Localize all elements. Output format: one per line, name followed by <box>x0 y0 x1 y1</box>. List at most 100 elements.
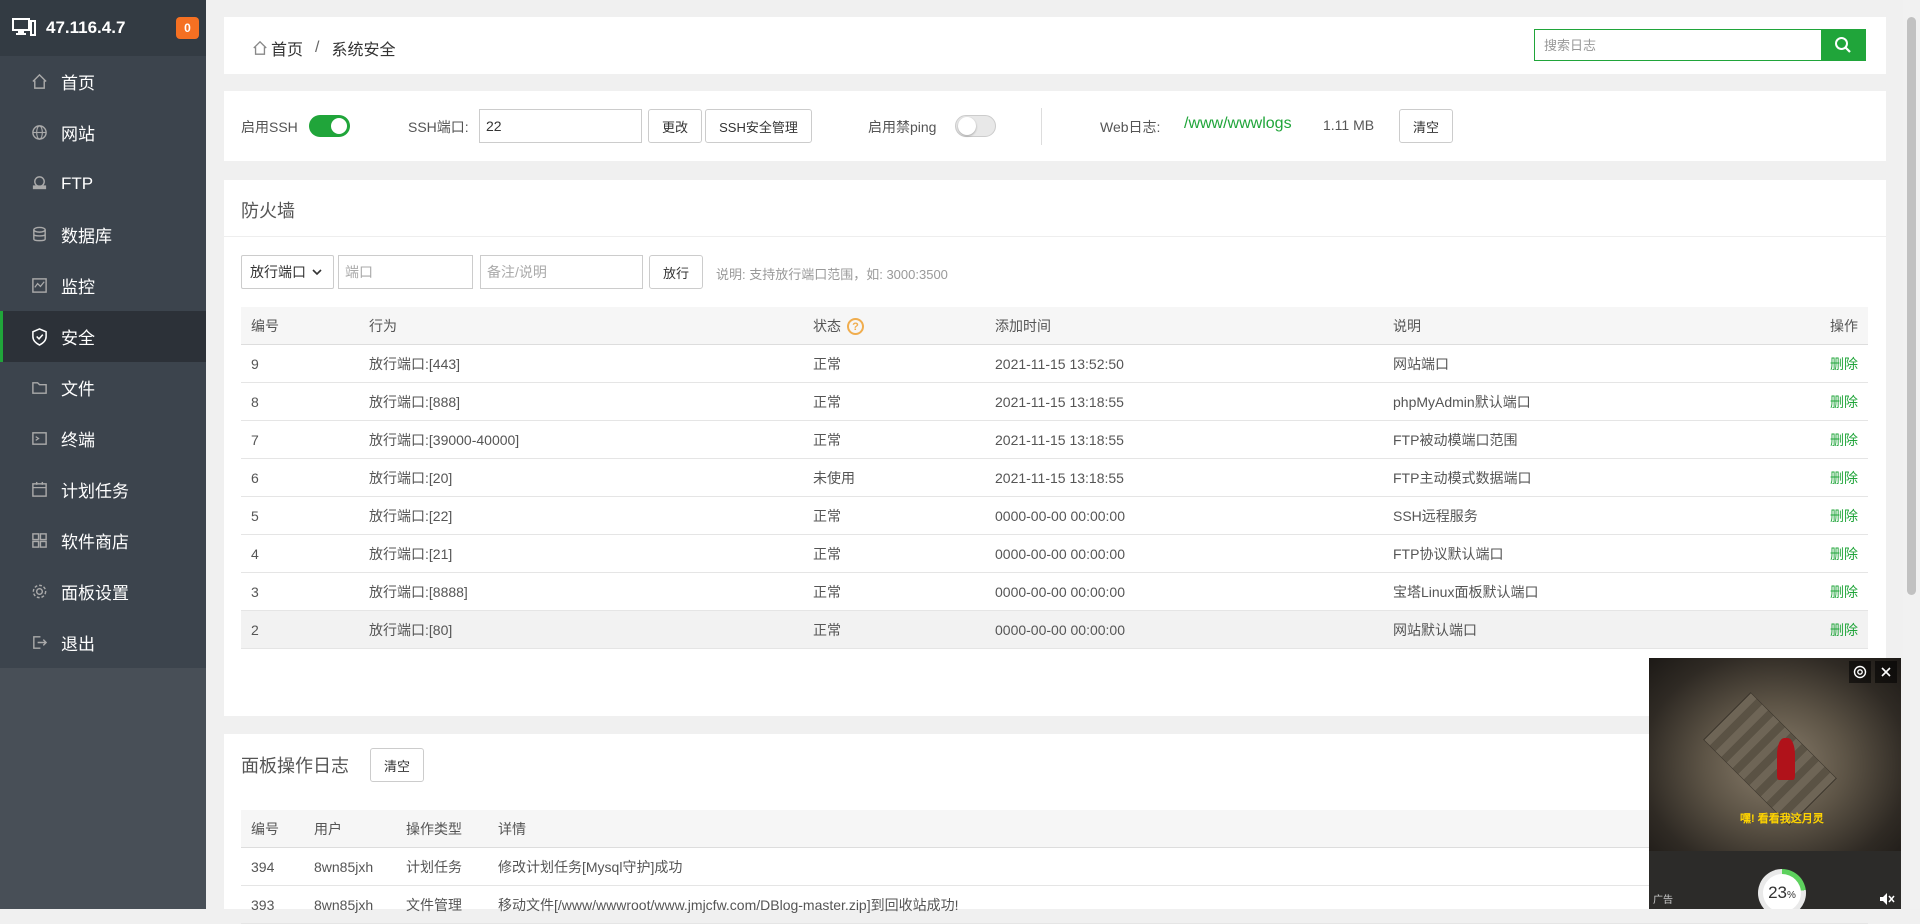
allow-port-button[interactable]: 放行 <box>649 255 703 289</box>
cell-status: 正常 <box>803 572 985 611</box>
rule-type-select[interactable]: 放行端口 <box>241 255 334 289</box>
search-input[interactable] <box>1535 30 1821 60</box>
column-header-user: 用户 <box>304 810 396 848</box>
delete-link[interactable]: 删除 <box>1830 470 1858 486</box>
sidebar-item-cron[interactable]: 计划任务 <box>0 464 206 515</box>
ad-progress-value: 23 <box>1768 883 1787 902</box>
cell-action: 放行端口:[888] <box>359 382 803 421</box>
note-input[interactable] <box>480 255 643 289</box>
delete-link[interactable]: 删除 <box>1830 508 1858 524</box>
sidebar-item-security[interactable]: 安全 <box>0 311 206 362</box>
table-row: 394 8wn85jxh 计划任务 修改计划任务[Mysql守护]成功 <box>241 847 1868 886</box>
sidebar-item-website[interactable]: 网站 <box>0 107 206 158</box>
globe-icon <box>29 123 49 143</box>
delete-link[interactable]: 删除 <box>1830 546 1858 562</box>
port-input[interactable] <box>338 255 473 289</box>
cell-status: 正常 <box>803 382 985 421</box>
clear-panel-log-button[interactable]: 清空 <box>370 748 424 782</box>
sidebar-item-home[interactable]: 首页 <box>0 56 206 107</box>
sidebar-item-ftp[interactable]: FTP <box>0 158 206 209</box>
cell-id: 9 <box>241 344 359 383</box>
cell-operation: 删除 <box>1703 572 1868 611</box>
column-header-status: 状态? <box>803 307 985 345</box>
cell-id: 5 <box>241 496 359 535</box>
column-header-operation: 操作 <box>1703 307 1868 345</box>
sidebar-item-logout[interactable]: 退出 <box>0 617 206 668</box>
settings-icon[interactable] <box>1849 661 1871 683</box>
cell-time: 2021-11-15 13:18:55 <box>985 382 1383 421</box>
delete-link[interactable]: 删除 <box>1830 432 1858 448</box>
sidebar-item-label: 退出 <box>61 635 95 654</box>
web-log-path-link[interactable]: /www/wwwlogs <box>1184 115 1292 133</box>
cell-action: 放行端口:[39000-40000] <box>359 420 803 459</box>
database-icon <box>29 225 49 245</box>
breadcrumb-home[interactable]: 首页 <box>271 36 303 60</box>
table-header-row: 编号 用户 操作类型 详情 <box>241 810 1868 848</box>
sidebar-item-label: 面板设置 <box>61 584 129 603</box>
cell-time: 2021-11-15 13:18:55 <box>985 420 1383 459</box>
sidebar-item-monitor[interactable]: 监控 <box>0 260 206 311</box>
cell-status: 未使用 <box>803 458 985 497</box>
delete-link[interactable]: 删除 <box>1830 584 1858 600</box>
ad-caption: 嘿! 看看我这月灵 <box>1740 813 1824 825</box>
sidebar-item-settings[interactable]: 面板设置 <box>0 566 206 617</box>
panel-log-card: 面板操作日志 清空 编号 用户 操作类型 详情 394 8wn85jxh 计划任… <box>224 734 1886 924</box>
delete-link[interactable]: 删除 <box>1830 394 1858 410</box>
change-port-button[interactable]: 更改 <box>648 109 702 143</box>
server-ip[interactable]: 47.116.4.7 <box>46 18 125 38</box>
panel-log-title: 面板操作日志 <box>241 756 349 776</box>
notification-badge[interactable]: 0 <box>176 17 199 39</box>
cell-user: 8wn85jxh <box>304 885 396 924</box>
sidebar-item-label: FTP <box>61 173 94 193</box>
cell-id: 4 <box>241 534 359 573</box>
help-icon[interactable]: ? <box>847 318 864 336</box>
scrollbar-thumb[interactable] <box>1907 17 1916 595</box>
table-row: 5 放行端口:[22] 正常 0000-00-00 00:00:00 SSH远程… <box>241 496 1868 535</box>
cell-note: 网站默认端口 <box>1383 610 1703 649</box>
sidebar-item-label: 文件 <box>61 380 95 399</box>
sidebar-item-label: 首页 <box>61 74 95 93</box>
page-scrollbar[interactable] <box>1903 0 1920 909</box>
table-row: 6 放行端口:[20] 未使用 2021-11-15 13:18:55 FTP主… <box>241 458 1868 497</box>
mute-icon[interactable] <box>1879 892 1895 909</box>
home-icon <box>29 72 49 92</box>
sidebar-item-database[interactable]: 数据库 <box>0 209 206 260</box>
table-row: 393 8wn85jxh 文件管理 移动文件[/www/wwwroot/www.… <box>241 885 1868 924</box>
delete-link[interactable]: 删除 <box>1830 622 1858 638</box>
cell-time: 0000-00-00 00:00:00 <box>985 534 1383 573</box>
cell-note: FTP被动模端口范围 <box>1383 420 1703 459</box>
enable-ssh-toggle[interactable] <box>309 115 350 137</box>
cell-note: 网站端口 <box>1383 344 1703 383</box>
sidebar-item-store[interactable]: 软件商店 <box>0 515 206 566</box>
cell-operation: 删除 <box>1703 458 1868 497</box>
search-button[interactable] <box>1821 30 1865 60</box>
ssh-port-input[interactable] <box>479 109 642 143</box>
ad-popup[interactable]: 嘿! 看看我这月灵 广告 23% <box>1649 658 1901 909</box>
table-row: 9 放行端口:[443] 正常 2021-11-15 13:52:50 网站端口… <box>241 344 1868 383</box>
cell-time: 2021-11-15 13:18:55 <box>985 458 1383 497</box>
cell-time: 0000-00-00 00:00:00 <box>985 610 1383 649</box>
column-header-action: 行为 <box>359 307 803 345</box>
table-row: 8 放行端口:[888] 正常 2021-11-15 13:18:55 phpM… <box>241 382 1868 421</box>
cell-status: 正常 <box>803 344 985 383</box>
close-icon[interactable] <box>1875 661 1897 683</box>
cell-status: 正常 <box>803 496 985 535</box>
sidebar-item-files[interactable]: 文件 <box>0 362 206 413</box>
ssh-manage-button[interactable]: SSH安全管理 <box>705 109 812 143</box>
logout-icon <box>29 633 49 653</box>
table-row: 3 放行端口:[8888] 正常 0000-00-00 00:00:00 宝塔L… <box>241 572 1868 611</box>
sidebar-item-label: 计划任务 <box>61 482 129 501</box>
cell-note: 宝塔Linux面板默认端口 <box>1383 572 1703 611</box>
sidebar-item-terminal[interactable]: 终端 <box>0 413 206 464</box>
web-log-label: Web日志: <box>1100 119 1161 135</box>
cell-action: 放行端口:[8888] <box>359 572 803 611</box>
ad-game-image[interactable]: 嘿! 看看我这月灵 <box>1649 658 1901 851</box>
sidebar-item-label: 网站 <box>61 125 95 144</box>
clear-web-log-button[interactable]: 清空 <box>1399 109 1453 143</box>
delete-link[interactable]: 删除 <box>1830 356 1858 372</box>
disable-ping-toggle[interactable] <box>955 115 996 137</box>
breadcrumb-separator: / <box>315 39 320 56</box>
cell-note: phpMyAdmin默认端口 <box>1383 382 1703 421</box>
cell-time: 2021-11-15 13:52:50 <box>985 344 1383 383</box>
cell-note: SSH远程服务 <box>1383 496 1703 535</box>
